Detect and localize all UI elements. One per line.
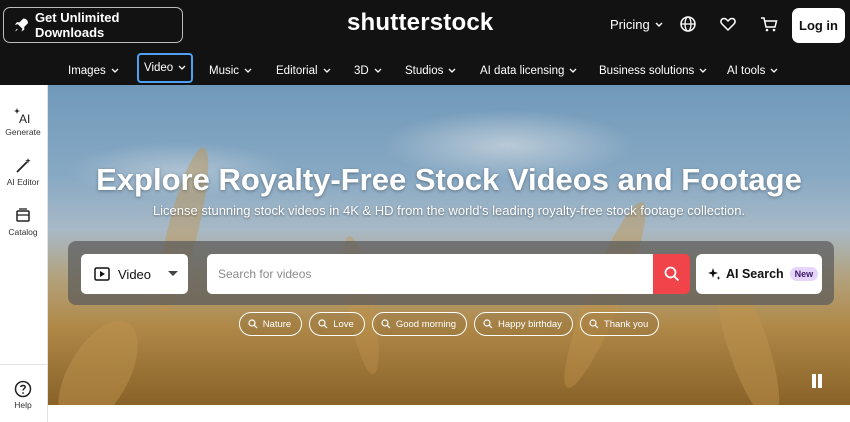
- page-below-hero: [48, 405, 850, 422]
- sidebar-item-label: Generate: [5, 127, 41, 137]
- ai-search-label: AI Search: [726, 267, 784, 281]
- hero-subtitle: License stunning stock videos in 4K & HD…: [152, 203, 746, 218]
- chip-nature[interactable]: Nature: [238, 312, 303, 336]
- chip-happy-birthday[interactable]: Happy birthday: [474, 312, 573, 336]
- sparkle-icon: [708, 268, 721, 280]
- chevron-down-icon: [770, 68, 778, 73]
- login-button[interactable]: Log in: [792, 8, 845, 43]
- chip-label: Love: [333, 318, 354, 330]
- nav-item-ai-tools[interactable]: AI tools: [727, 56, 778, 86]
- magic-wand-icon: [16, 158, 31, 173]
- video-play-icon: [94, 267, 110, 281]
- nav-item-label: Editorial: [276, 65, 318, 77]
- search-icon: [318, 319, 328, 329]
- chevron-down-icon: [569, 68, 577, 73]
- nav-item-label: Music: [209, 65, 240, 77]
- catalog-icon: [16, 208, 30, 222]
- chevron-down-icon: [111, 68, 119, 73]
- ai-search-button[interactable]: AI Search New: [696, 254, 822, 294]
- chip-label: Good morning: [395, 318, 457, 330]
- search-input[interactable]: [207, 254, 653, 294]
- caret-down-icon: [168, 271, 178, 276]
- pricing-menu[interactable]: Pricing: [610, 17, 663, 32]
- search-icon: [248, 319, 258, 329]
- cart-icon[interactable]: [760, 15, 778, 33]
- hero-video-background: Explore Royalty-Free Stock Videos and Fo…: [48, 85, 850, 405]
- chevron-down-icon: [655, 22, 663, 27]
- left-tool-rail: AI Generate AI Editor Catalog Help: [0, 85, 48, 422]
- globe-icon[interactable]: [679, 15, 697, 33]
- nav-item-label: Business solutions: [599, 65, 695, 77]
- search-icon: [483, 319, 493, 329]
- get-unlimited-downloads-button[interactable]: Get Unlimited Downloads: [3, 7, 183, 43]
- svg-text:AI: AI: [19, 112, 30, 125]
- new-badge: New: [789, 267, 819, 281]
- nav-item-label: Studios: [405, 65, 444, 77]
- sidebar-item-help[interactable]: Help: [0, 380, 46, 410]
- category-nav: Images Video Music Editorial 3D Studios …: [0, 51, 850, 85]
- download-label: Get Unlimited Downloads: [34, 10, 120, 40]
- search-icon: [589, 319, 599, 329]
- nav-item-label: Video: [144, 62, 174, 74]
- search-button[interactable]: [653, 254, 690, 294]
- media-type-label: Video: [118, 266, 152, 282]
- pause-icon: [818, 374, 822, 388]
- nav-item-ai-data-licensing[interactable]: AI data licensing: [480, 56, 577, 86]
- search-icon: [664, 266, 679, 282]
- nav-item-video[interactable]: Video: [137, 53, 194, 83]
- chip-love[interactable]: Love: [309, 312, 365, 336]
- chevron-down-icon: [374, 68, 382, 73]
- chevron-down-icon: [699, 68, 707, 73]
- nav-item-editorial[interactable]: Editorial: [276, 56, 331, 86]
- sidebar-item-label: AI Editor: [6, 177, 40, 187]
- pricing-label: Pricing: [610, 17, 650, 32]
- search-panel: Video AI Search New: [68, 241, 834, 305]
- pause-video-button[interactable]: [810, 374, 824, 388]
- nav-item-label: Images: [68, 65, 106, 77]
- help-icon: [14, 380, 32, 398]
- top-header: Get Unlimited Downloads shutterstock Pri…: [0, 0, 850, 51]
- ai-sparkle-icon: AI: [14, 108, 30, 125]
- chip-thank-you[interactable]: Thank you: [579, 312, 660, 336]
- search-icon: [381, 319, 391, 329]
- chip-good-morning[interactable]: Good morning: [371, 312, 468, 336]
- chip-label: Happy birthday: [498, 318, 562, 330]
- sidebar-item-label: Help: [14, 400, 32, 410]
- nav-item-label: AI data licensing: [480, 65, 565, 77]
- nav-item-label: AI tools: [727, 65, 766, 77]
- sidebar-item-catalog[interactable]: Catalog: [0, 207, 46, 237]
- nav-item-studios[interactable]: Studios: [405, 56, 456, 86]
- sidebar-item-ai-editor[interactable]: AI Editor: [0, 157, 46, 187]
- sidebar-item-label: Catalog: [8, 227, 38, 237]
- pause-icon: [812, 374, 816, 388]
- heart-icon[interactable]: [719, 15, 737, 33]
- nav-item-3d[interactable]: 3D: [354, 56, 382, 86]
- sidebar-item-generate[interactable]: AI Generate: [0, 107, 46, 137]
- nav-item-music[interactable]: Music: [209, 56, 252, 86]
- shutterstock-logo[interactable]: shutterstock: [347, 9, 493, 37]
- rail-divider: [0, 364, 48, 365]
- chip-label: Nature: [262, 318, 292, 330]
- media-type-select[interactable]: Video: [81, 254, 188, 294]
- suggested-searches: Nature Love Good morning Happy birthday …: [48, 312, 850, 336]
- chevron-down-icon: [448, 68, 456, 73]
- nav-item-label: 3D: [354, 65, 369, 77]
- chevron-down-icon: [178, 65, 186, 70]
- nav-item-images[interactable]: Images: [68, 56, 119, 86]
- rocket-icon: [14, 18, 29, 32]
- chevron-down-icon: [323, 68, 331, 73]
- chevron-down-icon: [244, 68, 252, 73]
- chip-label: Thank you: [603, 318, 649, 330]
- nav-item-business-solutions[interactable]: Business solutions: [599, 56, 707, 86]
- hero-title: Explore Royalty-Free Stock Videos and Fo…: [96, 162, 802, 197]
